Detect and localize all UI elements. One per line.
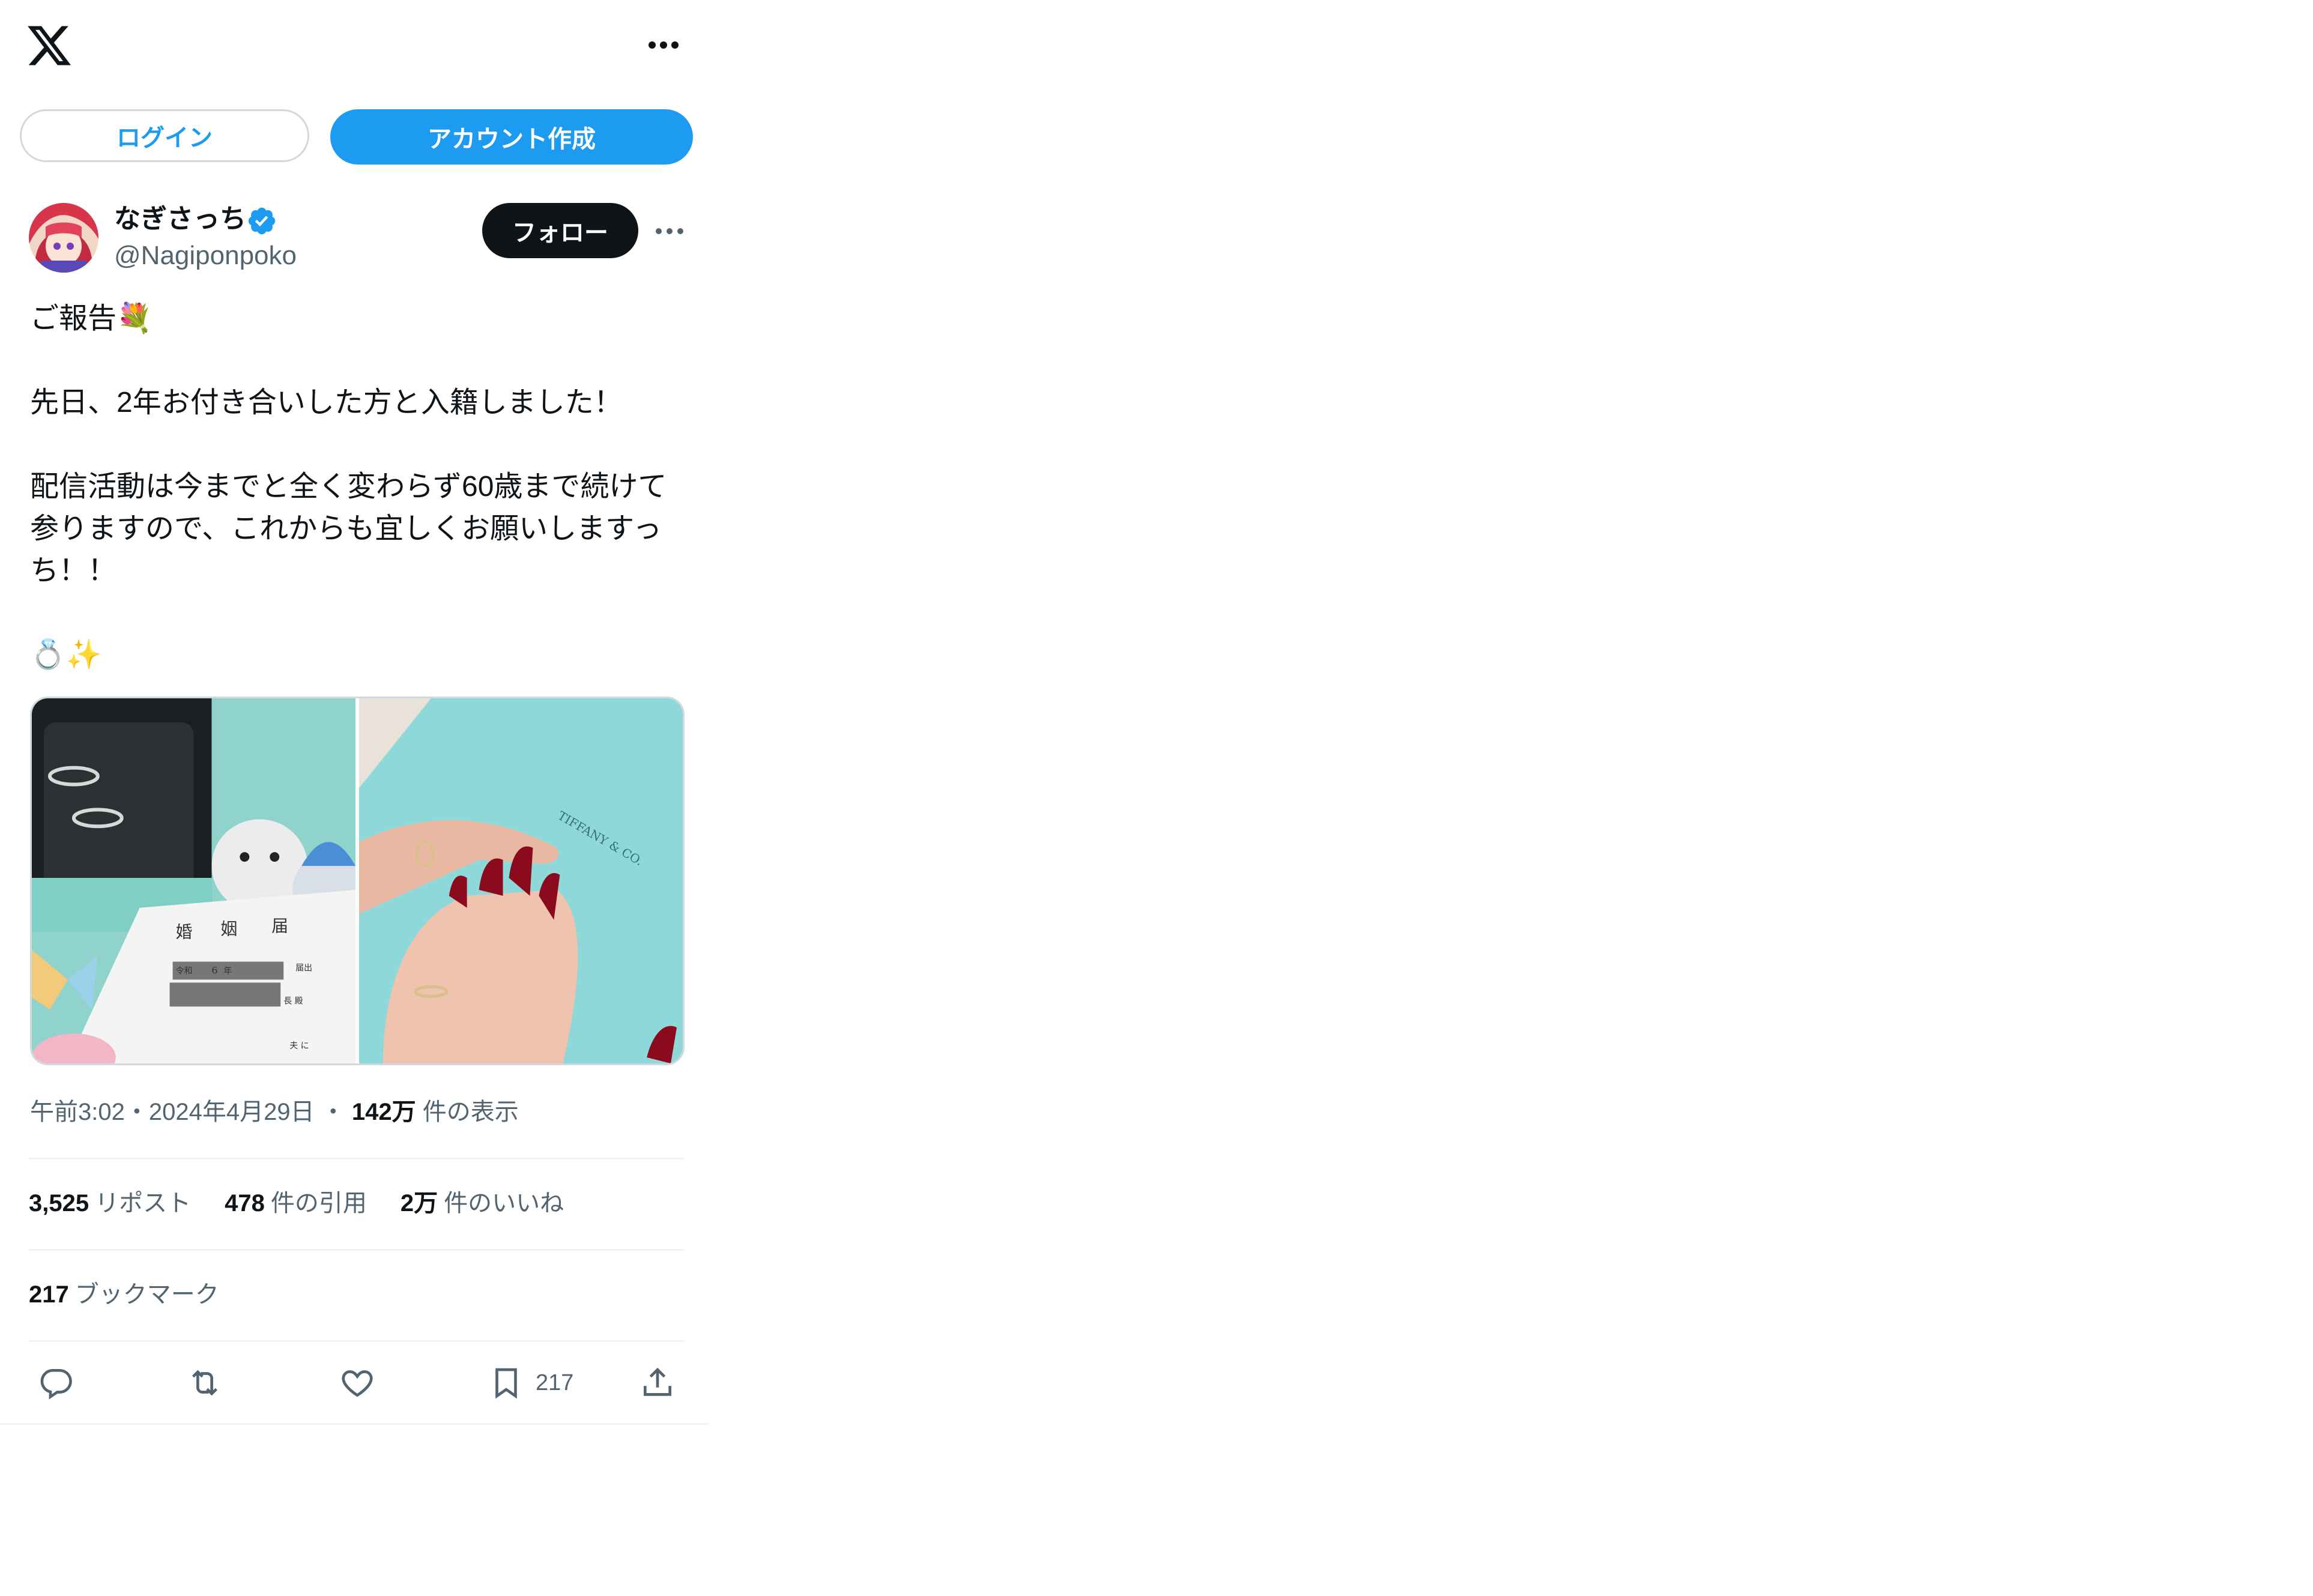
tweet-line: 配信活動は今までと全く変わらず60歳まで続けて — [30, 471, 667, 503]
divider — [29, 1249, 685, 1251]
reply-icon — [40, 1369, 72, 1400]
login-button[interactable]: ログイン — [20, 109, 309, 162]
bookmark-button[interactable]: 217 — [488, 1362, 573, 1404]
page: ログイン アカウント作成 なぎさっち @Nagiponpoko フォロー ご報告… — [0, 0, 2313, 1596]
repost-icon — [192, 1370, 218, 1396]
likes-count: 2万 — [400, 1190, 438, 1217]
engagement-stats: 3,525 リポスト 478 件の引用 2万 件のいいね — [29, 1186, 564, 1220]
divider — [29, 1340, 685, 1342]
author-name[interactable]: なぎさっち — [114, 202, 246, 236]
document-text: 届出 — [295, 964, 312, 973]
reposts-count: 3,525 — [29, 1190, 89, 1217]
post-meta: 午前3:02・2024年4月29日 ・ 142万 件の表示 — [30, 1095, 519, 1129]
tweet-line: 参りますので、これからも宜しくお願いしますっ — [30, 513, 662, 545]
bookmarks-label: ブックマーク — [74, 1281, 219, 1308]
follow-button[interactable]: フォロー — [482, 203, 638, 258]
heart-icon — [342, 1370, 373, 1397]
document-text: 年 — [223, 967, 232, 976]
tweet-line: 💍✨ — [30, 639, 102, 671]
post-more-icon[interactable] — [652, 216, 688, 246]
likes-label: 件のいいね — [444, 1190, 564, 1217]
tweet-line: 先日、2年お付き合いした方と入籍しました！ — [30, 387, 623, 419]
bookmark-icon — [495, 1368, 517, 1399]
verified-badge-icon — [246, 205, 277, 237]
likes-stat[interactable]: 2万 件のいいね — [401, 1186, 564, 1220]
tweet-line: ご報告💐 — [30, 303, 153, 334]
document-text: 届 — [271, 916, 288, 936]
tweet-text: ご報告💐 先日、2年お付き合いした方と入籍しました！ 配信活動は今までと全く変わ… — [30, 298, 691, 676]
tweet-line — [30, 340, 691, 382]
x-logo-icon[interactable] — [25, 22, 73, 70]
divider — [29, 1158, 685, 1159]
document-text: 姻 — [220, 919, 237, 939]
meta-separator: ・ — [321, 1099, 345, 1125]
quotes-stat[interactable]: 478 件の引用 — [225, 1186, 367, 1220]
avatar[interactable] — [29, 203, 98, 273]
share-icon — [644, 1367, 671, 1396]
document-text: 婚 — [176, 922, 193, 942]
tweet-line — [30, 424, 691, 466]
document-text: 夫 に — [289, 1041, 309, 1051]
bookmarks-stat: 217 ブックマーク — [29, 1278, 219, 1311]
tweet-card: ログイン アカウント作成 なぎさっち @Nagiponpoko フォロー ご報告… — [0, 0, 709, 1425]
like-button[interactable] — [339, 1362, 376, 1404]
author-handle[interactable]: @Nagiponpoko — [114, 239, 297, 273]
tweet-line: ち！！ — [30, 555, 117, 587]
photo-rings-box-icon[interactable]: 婚 姻 届 令和 6 年 届出 長 殿 夫 に — [32, 698, 355, 1063]
share-button[interactable] — [639, 1362, 676, 1404]
more-horizontal-icon[interactable] — [642, 30, 685, 60]
bookmark-count: 217 — [536, 1370, 574, 1395]
reply-button[interactable] — [37, 1362, 74, 1404]
quotes-label: 件の引用 — [270, 1190, 367, 1217]
tweet-line — [30, 592, 691, 634]
post-time[interactable]: 午前3:02 — [30, 1099, 125, 1125]
views-label: 件の表示 — [422, 1099, 519, 1125]
meta-separator: ・ — [124, 1099, 149, 1125]
document-text: 6 — [211, 965, 217, 976]
photo-hands-rings-icon[interactable]: TIFFANY & CO. — [359, 698, 683, 1063]
create-account-button[interactable]: アカウント作成 — [330, 109, 693, 165]
bookmarks-count: 217 — [29, 1281, 69, 1308]
reposts-stat[interactable]: 3,525 リポスト — [29, 1186, 191, 1220]
views-count: 142万 — [351, 1099, 416, 1125]
document-text: 令和 — [176, 967, 193, 976]
post-date[interactable]: 2024年4月29日 — [149, 1099, 315, 1125]
reposts-label: リポスト — [95, 1190, 192, 1217]
media-grid: 婚 姻 届 令和 6 年 届出 長 殿 夫 に TIFFANY & CO. — [30, 697, 685, 1065]
quotes-count: 478 — [225, 1190, 265, 1217]
repost-button[interactable] — [186, 1362, 223, 1404]
document-text: 長 殿 — [283, 996, 303, 1006]
